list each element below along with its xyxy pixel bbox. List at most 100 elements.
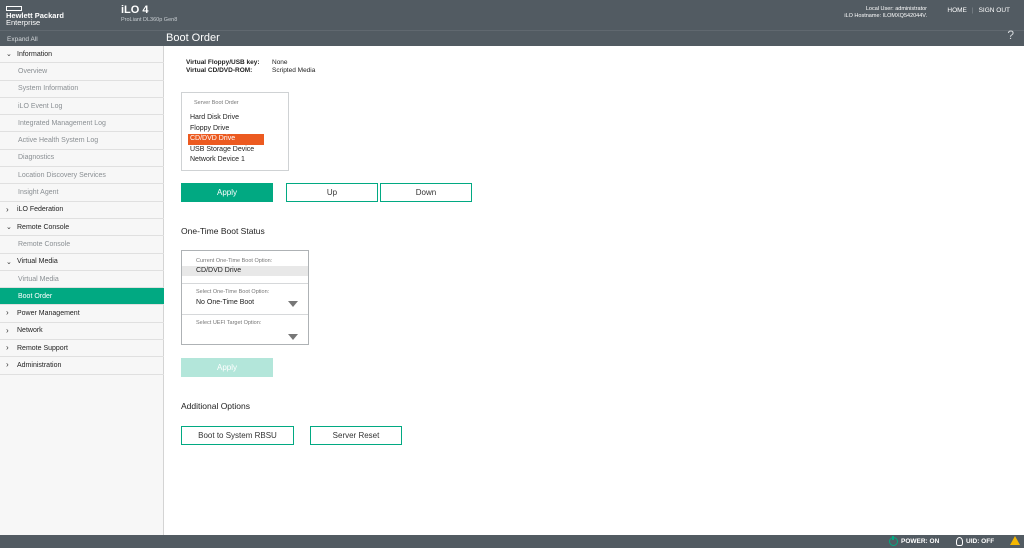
sidebar-item-label: Location Discovery Services bbox=[18, 171, 106, 179]
boot-order-item[interactable]: Floppy Drive bbox=[188, 124, 286, 135]
expand-all-link[interactable]: Expand All bbox=[7, 36, 38, 43]
sidebar-item-insight-agent[interactable]: Insight Agent bbox=[0, 184, 164, 202]
signout-link[interactable]: SIGN OUT bbox=[979, 7, 1010, 14]
sidebar-item-label: Overview bbox=[18, 67, 48, 75]
sidebar-item-label: Virtual Media bbox=[17, 258, 58, 266]
sidebar-item-remote-console[interactable]: Remote Console bbox=[0, 236, 164, 254]
sidebar-item-virtual-media[interactable]: ⌄ Virtual Media bbox=[0, 254, 164, 271]
sidebar-item-label: Diagnostics bbox=[18, 154, 55, 162]
sidebar-item-power-management[interactable]: › Power Management bbox=[0, 305, 164, 323]
floppy-value: None bbox=[272, 59, 288, 66]
divider bbox=[182, 314, 308, 315]
boot-order-item[interactable]: CD/DVD Drive bbox=[188, 134, 264, 145]
uefi-target-select[interactable]: Select UEFI Target Option: bbox=[182, 320, 308, 340]
chevron-down-icon: ⌄ bbox=[6, 258, 12, 266]
ilo-hostname: iLO Hostname: ILOMXQ542044V. bbox=[844, 13, 927, 19]
sidebar-item-label: Remote Console bbox=[18, 240, 71, 248]
sidebar-item-label: Active Health System Log bbox=[18, 137, 99, 145]
current-boot-value: CD/DVD Drive bbox=[182, 266, 308, 276]
sidebar: ⌄ Information Overview System Information iL… bbox=[0, 46, 164, 535]
sidebar-item-label: Administration bbox=[17, 361, 62, 369]
floppy-label: Virtual Floppy/USB key: bbox=[186, 59, 260, 66]
main-content: Virtual Floppy/USB key: None Virtual CD/D… bbox=[165, 46, 1024, 535]
sidebar-item-label: Information bbox=[17, 50, 53, 58]
sidebar-item-label: Integrated Management Log bbox=[18, 119, 106, 127]
uid-status[interactable]: UID: OFF bbox=[956, 537, 994, 546]
warning-icon[interactable] bbox=[1010, 536, 1020, 545]
sidebar-item-remote-console[interactable]: ⌄ Remote Console bbox=[0, 219, 164, 237]
sidebar-nav: ⌄ Information Overview System Information iL… bbox=[0, 46, 164, 375]
sidebar-item-label: Virtual Media bbox=[18, 275, 59, 283]
power-icon bbox=[889, 536, 898, 546]
hpe-logo-text: Hewlett Packard Enterprise bbox=[6, 12, 64, 27]
power-status[interactable]: POWER: ON bbox=[889, 536, 940, 546]
boot-order-item[interactable]: Network Device 1 bbox=[188, 155, 286, 166]
sidebar-item-overview[interactable]: Overview bbox=[0, 63, 164, 81]
chevron-right-icon: › bbox=[6, 360, 9, 370]
uid-status-text: UID: OFF bbox=[966, 538, 995, 545]
sidebar-item-active-health-system-log[interactable]: Active Health System Log bbox=[0, 132, 164, 150]
down-button[interactable]: Down bbox=[380, 183, 472, 202]
chevron-down-icon[interactable] bbox=[288, 301, 298, 307]
sidebar-item-label: System Information bbox=[18, 85, 79, 93]
sidebar-item-label: Network bbox=[17, 327, 43, 335]
header-links: HOME | SIGN OUT bbox=[947, 7, 1010, 14]
title-bar: Expand All Boot Order ? bbox=[0, 28, 1024, 46]
server-reset-button[interactable]: Server Reset bbox=[310, 426, 402, 445]
local-user: Local User: administrator bbox=[865, 6, 927, 12]
server-boot-order-list: Server Boot Order Hard Disk Drive Floppy … bbox=[181, 92, 289, 171]
page-title: Boot Order bbox=[166, 32, 220, 44]
divider bbox=[182, 283, 308, 284]
home-link[interactable]: HOME bbox=[947, 7, 967, 14]
sidebar-item-information[interactable]: ⌄ Information bbox=[0, 46, 164, 64]
boot-order-item[interactable]: USB Storage Device bbox=[188, 145, 286, 156]
select-boot-label: Select One-Time Boot Option: bbox=[196, 289, 270, 295]
current-boot-label: Current One-Time Boot Option: bbox=[196, 258, 273, 264]
sidebar-item-label: Remote Console bbox=[17, 223, 70, 231]
sidebar-item-virtual-media[interactable]: Virtual Media bbox=[0, 271, 164, 289]
boot-order-items: Hard Disk Drive Floppy Drive CD/DVD Drive U… bbox=[188, 113, 286, 166]
sidebar-item-boot-order[interactable]: Boot Order bbox=[0, 288, 164, 306]
sidebar-item-label: Boot Order bbox=[18, 292, 53, 300]
server-boot-order-label: Server Boot Order bbox=[194, 100, 239, 106]
apply-one-time-boot-button[interactable]: Apply bbox=[181, 358, 273, 377]
sidebar-item-remote-support[interactable]: › Remote Support bbox=[0, 340, 164, 358]
chevron-right-icon: › bbox=[6, 204, 9, 214]
brand-line2: Enterprise bbox=[6, 18, 41, 27]
user-info: Local User: administrator iLO Hostname: … bbox=[844, 6, 927, 20]
sidebar-item-label: Remote Support bbox=[17, 344, 68, 352]
sidebar-item-system-information[interactable]: System Information bbox=[0, 81, 164, 98]
sidebar-item-ilo-event-log[interactable]: iLO Event Log bbox=[0, 98, 164, 116]
header-bar: Hewlett Packard Enterprise iLO 4 ProLian… bbox=[0, 0, 1024, 30]
product-title: iLO 4 bbox=[121, 4, 149, 16]
boot-order-item[interactable]: Hard Disk Drive bbox=[188, 113, 286, 124]
sidebar-item-ilo-federation[interactable]: › iLO Federation bbox=[0, 202, 164, 219]
current-one-time-boot: Current One-Time Boot Option: CD/DVD Dri… bbox=[182, 258, 308, 276]
lightbulb-icon bbox=[956, 537, 963, 546]
up-button[interactable]: Up bbox=[286, 183, 378, 202]
apply-boot-order-button[interactable]: Apply bbox=[181, 183, 273, 202]
sidebar-item-label: Power Management bbox=[17, 310, 80, 318]
status-footer: POWER: ON UID: OFF bbox=[0, 535, 1024, 548]
sidebar-item-label: iLO Federation bbox=[17, 206, 64, 214]
sidebar-item-network[interactable]: › Network bbox=[0, 323, 164, 341]
chevron-down-icon: ⌄ bbox=[6, 51, 12, 58]
cdrom-value: Scripted Media bbox=[272, 67, 316, 74]
sidebar-item-diagnostics[interactable]: Diagnostics bbox=[0, 150, 164, 168]
chevron-right-icon: › bbox=[6, 325, 9, 335]
sidebar-item-label: iLO Event Log bbox=[18, 102, 63, 110]
help-icon[interactable]: ? bbox=[1007, 28, 1014, 42]
sidebar-item-label: Insight Agent bbox=[18, 189, 59, 197]
boot-to-rbsu-button[interactable]: Boot to System RBSU bbox=[181, 426, 294, 445]
sidebar-item-integrated-management-log[interactable]: Integrated Management Log bbox=[0, 115, 164, 133]
sidebar-item-location-discovery-services[interactable]: Location Discovery Services bbox=[0, 167, 164, 185]
chevron-right-icon: › bbox=[6, 308, 9, 318]
header-separator: | bbox=[971, 7, 974, 14]
sidebar-item-administration[interactable]: › Administration bbox=[0, 357, 164, 375]
one-time-boot-box: Current One-Time Boot Option: CD/DVD Dri… bbox=[181, 250, 309, 345]
one-time-boot-select[interactable]: Select One-Time Boot Option: No One-Time… bbox=[182, 289, 308, 308]
chevron-down-icon[interactable] bbox=[288, 334, 298, 340]
virtual-media-info: Virtual Floppy/USB key: None Virtual CD/D… bbox=[186, 59, 315, 75]
power-status-text: POWER: ON bbox=[901, 538, 940, 545]
chevron-right-icon: › bbox=[6, 343, 9, 353]
